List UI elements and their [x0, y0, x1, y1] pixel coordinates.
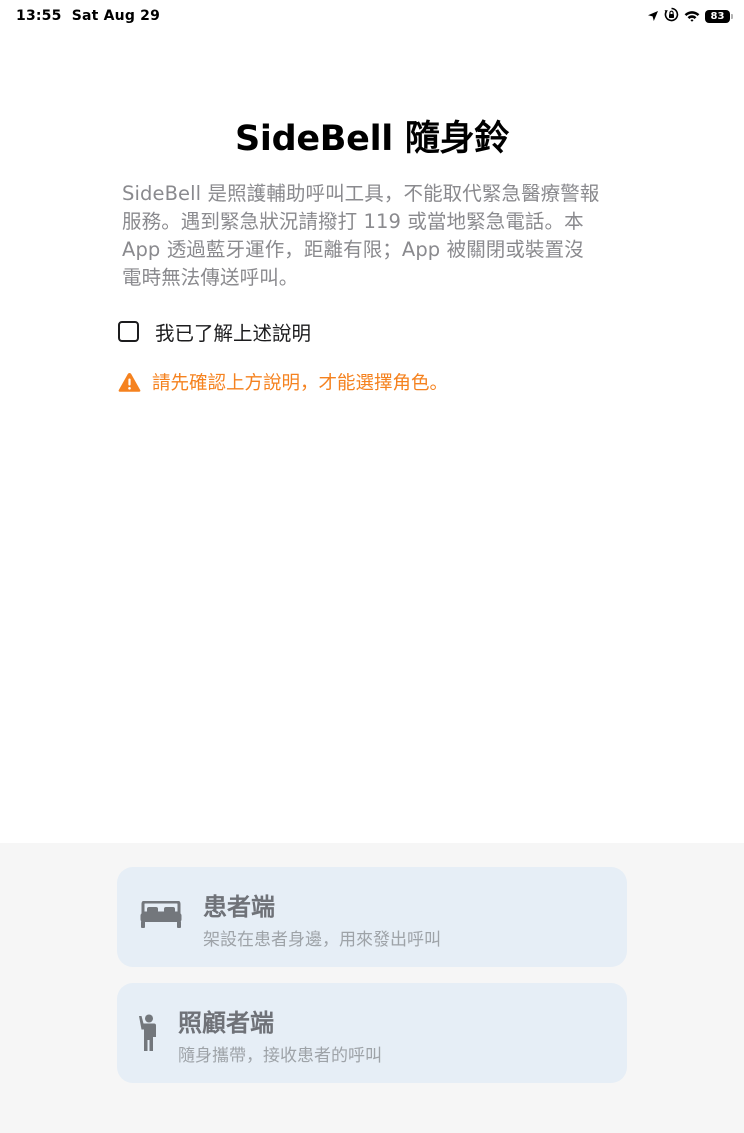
disclaimer-text: SideBell 是照護輔助呼叫工具，不能取代緊急醫療警報 服務。遇到緊急狀況請…: [122, 180, 632, 292]
caregiver-role-subtitle: 隨身攜帶，接收患者的呼叫: [178, 1046, 382, 1066]
screen-rotation-lock-icon: [664, 7, 679, 26]
wifi-icon: [684, 7, 700, 26]
patient-role-title: 患者端: [203, 893, 275, 921]
acknowledge-checkbox-row[interactable]: 我已了解上述說明: [118, 316, 311, 346]
disclaimer-line: App 透過藍牙運作，距離有限；App 被關閉或裝置沒: [122, 238, 584, 261]
warning-message: 請先確認上方說明，才能選擇角色。: [118, 368, 448, 396]
disclaimer-line: SideBell 是照護輔助呼叫工具，不能取代緊急醫療警報: [122, 182, 600, 205]
status-clock: 13:55: [16, 8, 62, 24]
patient-role-button[interactable]: 患者端 架設在患者身邊，用來發出呼叫: [117, 867, 627, 967]
status-bar: 13:55 Sat Aug 29 83: [0, 0, 744, 34]
patient-role-subtitle: 架設在患者身邊，用來發出呼叫: [203, 930, 441, 950]
status-icons: 83: [647, 7, 733, 26]
acknowledge-label[interactable]: 我已了解上述說明: [155, 317, 311, 346]
person-raised-hand-icon: [137, 1013, 159, 1053]
status-date: Sat Aug 29: [71, 8, 161, 24]
bed-icon: [139, 901, 183, 931]
warning-triangle-icon: [118, 372, 141, 392]
battery-level: 83: [710, 10, 725, 22]
page-title: SideBell 隨身鈴: [235, 119, 509, 159]
caregiver-role-button[interactable]: 照顧者端 隨身攜帶，接收患者的呼叫: [117, 983, 627, 1083]
caregiver-role-title: 照顧者端: [178, 1009, 274, 1037]
location-arrow-icon: [647, 7, 659, 26]
status-time: 13:55 Sat Aug 29: [16, 8, 160, 24]
battery-icon: 83: [705, 9, 733, 23]
acknowledge-checkbox[interactable]: [118, 320, 139, 342]
warning-text: 請先確認上方說明，才能選擇角色。: [152, 373, 449, 394]
disclaimer-line: 電時無法傳送呼叫。: [122, 266, 299, 289]
disclaimer-line: 服務。遇到緊急狀況請撥打 119 或當地緊急電話。本: [122, 210, 584, 233]
